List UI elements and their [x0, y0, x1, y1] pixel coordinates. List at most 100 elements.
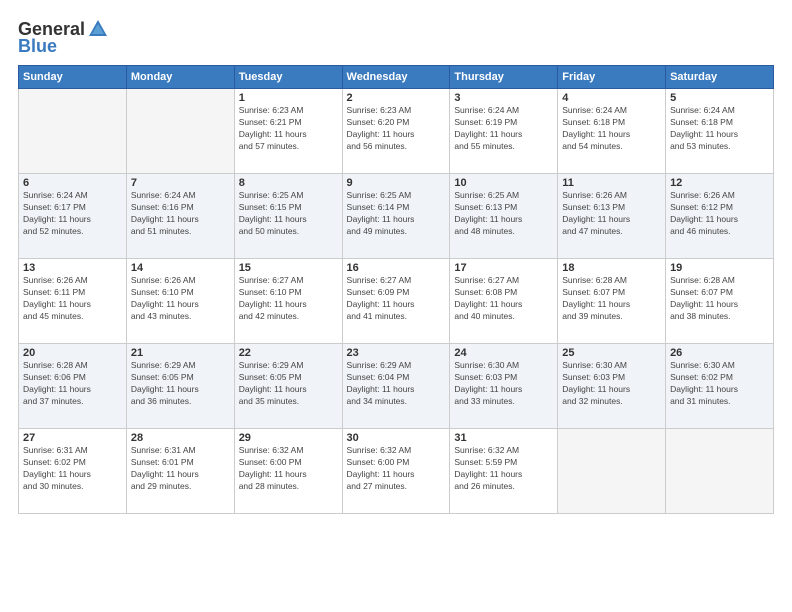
weekday-header: Saturday [666, 66, 774, 89]
day-info: Sunrise: 6:31 AM Sunset: 6:01 PM Dayligh… [131, 445, 230, 493]
day-number: 7 [131, 177, 230, 189]
day-number: 12 [670, 177, 769, 189]
day-info: Sunrise: 6:27 AM Sunset: 6:09 PM Dayligh… [347, 275, 446, 323]
day-info: Sunrise: 6:26 AM Sunset: 6:13 PM Dayligh… [562, 190, 661, 238]
day-number: 25 [562, 347, 661, 359]
day-info: Sunrise: 6:32 AM Sunset: 6:00 PM Dayligh… [239, 445, 338, 493]
calendar-cell: 1Sunrise: 6:23 AM Sunset: 6:21 PM Daylig… [234, 89, 342, 174]
day-info: Sunrise: 6:24 AM Sunset: 6:17 PM Dayligh… [23, 190, 122, 238]
day-number: 27 [23, 432, 122, 444]
header: General Blue [18, 18, 774, 57]
calendar-cell: 21Sunrise: 6:29 AM Sunset: 6:05 PM Dayli… [126, 344, 234, 429]
day-number: 1 [239, 92, 338, 104]
week-row: 20Sunrise: 6:28 AM Sunset: 6:06 PM Dayli… [19, 344, 774, 429]
day-number: 17 [454, 262, 553, 274]
calendar-cell: 24Sunrise: 6:30 AM Sunset: 6:03 PM Dayli… [450, 344, 558, 429]
calendar-cell [126, 89, 234, 174]
day-number: 31 [454, 432, 553, 444]
day-info: Sunrise: 6:32 AM Sunset: 5:59 PM Dayligh… [454, 445, 553, 493]
logo: General Blue [18, 18, 109, 57]
day-info: Sunrise: 6:26 AM Sunset: 6:10 PM Dayligh… [131, 275, 230, 323]
day-number: 30 [347, 432, 446, 444]
calendar-cell: 30Sunrise: 6:32 AM Sunset: 6:00 PM Dayli… [342, 429, 450, 514]
day-number: 21 [131, 347, 230, 359]
calendar-cell: 20Sunrise: 6:28 AM Sunset: 6:06 PM Dayli… [19, 344, 127, 429]
day-info: Sunrise: 6:30 AM Sunset: 6:03 PM Dayligh… [454, 360, 553, 408]
day-number: 29 [239, 432, 338, 444]
calendar-cell: 26Sunrise: 6:30 AM Sunset: 6:02 PM Dayli… [666, 344, 774, 429]
calendar-cell: 14Sunrise: 6:26 AM Sunset: 6:10 PM Dayli… [126, 259, 234, 344]
weekday-header: Monday [126, 66, 234, 89]
day-number: 9 [347, 177, 446, 189]
weekday-header: Friday [558, 66, 666, 89]
day-info: Sunrise: 6:27 AM Sunset: 6:08 PM Dayligh… [454, 275, 553, 323]
calendar-cell: 15Sunrise: 6:27 AM Sunset: 6:10 PM Dayli… [234, 259, 342, 344]
calendar-cell: 16Sunrise: 6:27 AM Sunset: 6:09 PM Dayli… [342, 259, 450, 344]
day-info: Sunrise: 6:24 AM Sunset: 6:18 PM Dayligh… [670, 105, 769, 153]
calendar-cell [19, 89, 127, 174]
calendar-cell: 19Sunrise: 6:28 AM Sunset: 6:07 PM Dayli… [666, 259, 774, 344]
day-number: 18 [562, 262, 661, 274]
calendar-cell: 17Sunrise: 6:27 AM Sunset: 6:08 PM Dayli… [450, 259, 558, 344]
day-info: Sunrise: 6:24 AM Sunset: 6:18 PM Dayligh… [562, 105, 661, 153]
day-number: 8 [239, 177, 338, 189]
calendar-cell: 12Sunrise: 6:26 AM Sunset: 6:12 PM Dayli… [666, 174, 774, 259]
weekday-header: Wednesday [342, 66, 450, 89]
week-row: 27Sunrise: 6:31 AM Sunset: 6:02 PM Dayli… [19, 429, 774, 514]
day-number: 23 [347, 347, 446, 359]
day-info: Sunrise: 6:29 AM Sunset: 6:05 PM Dayligh… [239, 360, 338, 408]
calendar-cell: 9Sunrise: 6:25 AM Sunset: 6:14 PM Daylig… [342, 174, 450, 259]
day-number: 19 [670, 262, 769, 274]
day-info: Sunrise: 6:28 AM Sunset: 6:06 PM Dayligh… [23, 360, 122, 408]
day-number: 2 [347, 92, 446, 104]
calendar-cell: 4Sunrise: 6:24 AM Sunset: 6:18 PM Daylig… [558, 89, 666, 174]
calendar-cell: 5Sunrise: 6:24 AM Sunset: 6:18 PM Daylig… [666, 89, 774, 174]
calendar-cell: 29Sunrise: 6:32 AM Sunset: 6:00 PM Dayli… [234, 429, 342, 514]
day-info: Sunrise: 6:25 AM Sunset: 6:15 PM Dayligh… [239, 190, 338, 238]
calendar-cell: 28Sunrise: 6:31 AM Sunset: 6:01 PM Dayli… [126, 429, 234, 514]
day-info: Sunrise: 6:31 AM Sunset: 6:02 PM Dayligh… [23, 445, 122, 493]
day-number: 10 [454, 177, 553, 189]
day-info: Sunrise: 6:30 AM Sunset: 6:02 PM Dayligh… [670, 360, 769, 408]
day-info: Sunrise: 6:28 AM Sunset: 6:07 PM Dayligh… [562, 275, 661, 323]
weekday-header: Tuesday [234, 66, 342, 89]
day-info: Sunrise: 6:27 AM Sunset: 6:10 PM Dayligh… [239, 275, 338, 323]
calendar-cell: 13Sunrise: 6:26 AM Sunset: 6:11 PM Dayli… [19, 259, 127, 344]
week-row: 6Sunrise: 6:24 AM Sunset: 6:17 PM Daylig… [19, 174, 774, 259]
day-info: Sunrise: 6:28 AM Sunset: 6:07 PM Dayligh… [670, 275, 769, 323]
week-row: 13Sunrise: 6:26 AM Sunset: 6:11 PM Dayli… [19, 259, 774, 344]
day-info: Sunrise: 6:30 AM Sunset: 6:03 PM Dayligh… [562, 360, 661, 408]
day-info: Sunrise: 6:24 AM Sunset: 6:19 PM Dayligh… [454, 105, 553, 153]
day-info: Sunrise: 6:29 AM Sunset: 6:05 PM Dayligh… [131, 360, 230, 408]
calendar-cell [558, 429, 666, 514]
calendar-cell: 25Sunrise: 6:30 AM Sunset: 6:03 PM Dayli… [558, 344, 666, 429]
day-info: Sunrise: 6:26 AM Sunset: 6:11 PM Dayligh… [23, 275, 122, 323]
day-number: 13 [23, 262, 122, 274]
week-row: 1Sunrise: 6:23 AM Sunset: 6:21 PM Daylig… [19, 89, 774, 174]
weekday-header: Sunday [19, 66, 127, 89]
weekday-header: Thursday [450, 66, 558, 89]
day-info: Sunrise: 6:32 AM Sunset: 6:00 PM Dayligh… [347, 445, 446, 493]
day-number: 11 [562, 177, 661, 189]
day-number: 3 [454, 92, 553, 104]
day-number: 4 [562, 92, 661, 104]
day-info: Sunrise: 6:29 AM Sunset: 6:04 PM Dayligh… [347, 360, 446, 408]
calendar-cell: 2Sunrise: 6:23 AM Sunset: 6:20 PM Daylig… [342, 89, 450, 174]
calendar-cell: 22Sunrise: 6:29 AM Sunset: 6:05 PM Dayli… [234, 344, 342, 429]
day-info: Sunrise: 6:23 AM Sunset: 6:20 PM Dayligh… [347, 105, 446, 153]
day-info: Sunrise: 6:24 AM Sunset: 6:16 PM Dayligh… [131, 190, 230, 238]
day-number: 24 [454, 347, 553, 359]
day-number: 28 [131, 432, 230, 444]
calendar-cell: 10Sunrise: 6:25 AM Sunset: 6:13 PM Dayli… [450, 174, 558, 259]
page: General Blue SundayMondayTuesdayWednesda… [0, 0, 792, 612]
weekday-header-row: SundayMondayTuesdayWednesdayThursdayFrid… [19, 66, 774, 89]
calendar-cell: 6Sunrise: 6:24 AM Sunset: 6:17 PM Daylig… [19, 174, 127, 259]
day-number: 16 [347, 262, 446, 274]
day-info: Sunrise: 6:26 AM Sunset: 6:12 PM Dayligh… [670, 190, 769, 238]
day-info: Sunrise: 6:25 AM Sunset: 6:13 PM Dayligh… [454, 190, 553, 238]
calendar-cell: 23Sunrise: 6:29 AM Sunset: 6:04 PM Dayli… [342, 344, 450, 429]
calendar-cell: 11Sunrise: 6:26 AM Sunset: 6:13 PM Dayli… [558, 174, 666, 259]
calendar-cell: 7Sunrise: 6:24 AM Sunset: 6:16 PM Daylig… [126, 174, 234, 259]
calendar-cell: 8Sunrise: 6:25 AM Sunset: 6:15 PM Daylig… [234, 174, 342, 259]
day-number: 6 [23, 177, 122, 189]
